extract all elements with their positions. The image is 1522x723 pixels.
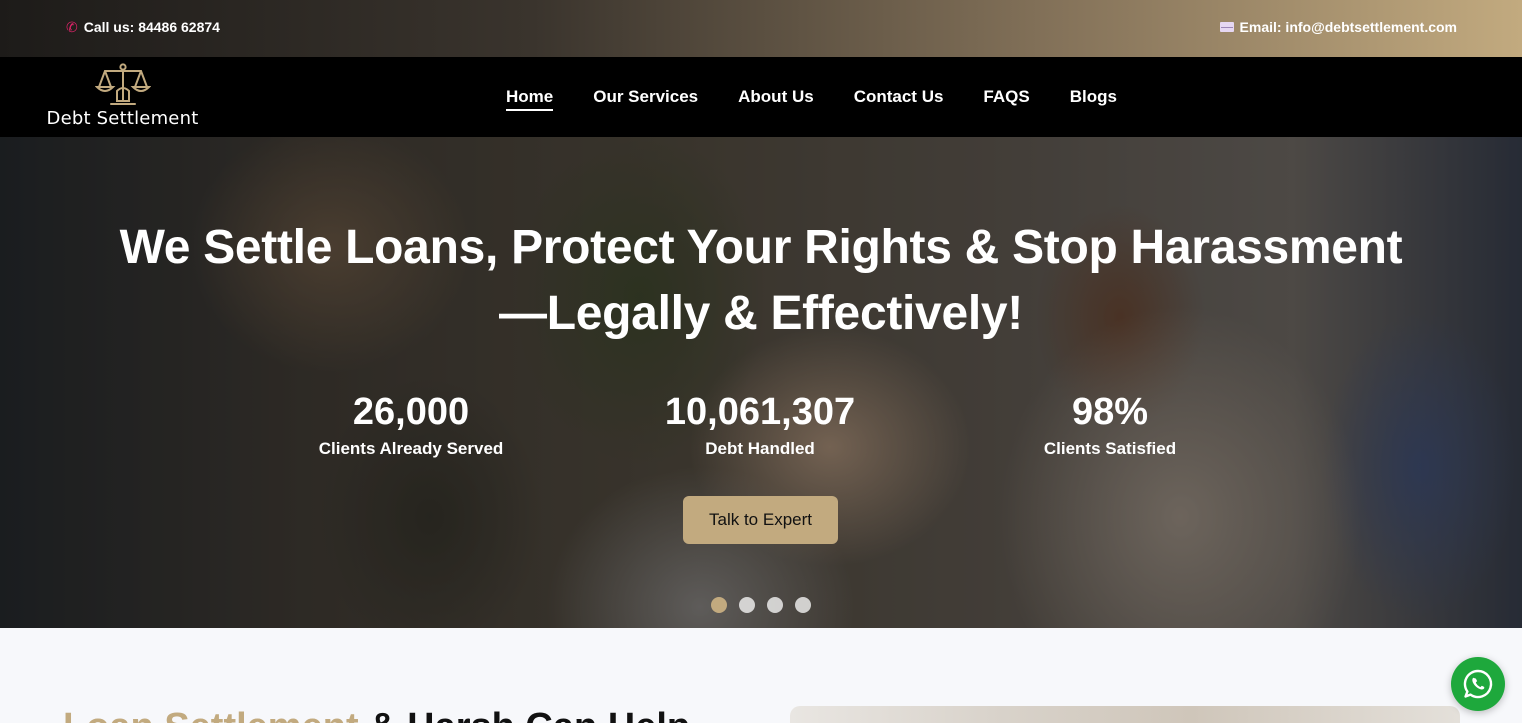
stat-debt-handled: 10,061,307 Debt Handled <box>610 389 910 459</box>
stat-value: 10,061,307 <box>664 391 856 433</box>
hero-title-line1: We Settle Loans, Protect Your Rights & S… <box>119 221 1403 274</box>
services-intro-section: Loan Settlement & Harsh Can Help <box>0 628 1522 723</box>
nav-item-faqs[interactable]: FAQS <box>983 87 1029 107</box>
logo-text: Debt Settlement <box>46 108 199 129</box>
top-info-bar: ✆ Call us: 84486 62874 Email: info@debts… <box>0 0 1522 57</box>
stat-clients-served: 26,000 Clients Already Served <box>261 389 561 459</box>
call-text: Call us: 84486 62874 <box>83 19 220 35</box>
hero-title-line2: —Legally & Effectively! <box>499 287 1023 340</box>
mail-icon <box>1219 22 1234 32</box>
section-heading: Loan Settlement & Harsh Can Help <box>63 706 690 723</box>
slider-dot-2[interactable] <box>739 597 755 613</box>
section-heading-rest: & Harsh Can Help <box>359 706 690 723</box>
email-info[interactable]: Email: info@debtsettlement.com <box>1219 19 1457 35</box>
whatsapp-chat-button[interactable] <box>1451 657 1505 711</box>
slider-dot-1[interactable] <box>711 597 727 613</box>
stat-label: Clients Already Served <box>318 439 504 458</box>
stat-value: 98% <box>1071 391 1149 433</box>
slider-pagination <box>711 597 811 613</box>
stat-label: Clients Satisfied <box>1043 439 1177 458</box>
talk-to-expert-button[interactable]: Talk to Expert <box>683 496 838 544</box>
scales-of-justice-icon <box>94 63 151 105</box>
nav-menu: Home Our Services About Us Contact Us FA… <box>506 87 1117 111</box>
phone-icon: ✆ <box>66 19 78 35</box>
site-logo[interactable]: Debt Settlement <box>40 61 205 133</box>
call-info[interactable]: ✆ Call us: 84486 62874 <box>66 19 220 35</box>
nav-item-home[interactable]: Home <box>506 87 554 111</box>
section-image <box>790 706 1460 723</box>
main-navigation: Debt Settlement Home Our Services About … <box>0 57 1522 137</box>
nav-item-blogs[interactable]: Blogs <box>1070 87 1117 107</box>
hero-slider: We Settle Loans, Protect Your Rights & S… <box>0 137 1522 628</box>
hero-background-image <box>0 137 1522 628</box>
stat-label: Debt Handled <box>705 439 815 458</box>
stat-clients-satisfied: 98% Clients Satisfied <box>960 389 1260 459</box>
nav-item-about-us[interactable]: About Us <box>738 87 814 107</box>
nav-item-contact-us[interactable]: Contact Us <box>854 87 944 107</box>
section-heading-highlight: Loan Settlement <box>63 706 359 723</box>
hero-title: We Settle Loans, Protect Your Rights & S… <box>0 215 1522 347</box>
stat-value: 26,000 <box>352 391 470 433</box>
slider-dot-4[interactable] <box>795 597 811 613</box>
whatsapp-icon <box>1463 669 1493 699</box>
slider-dot-3[interactable] <box>767 597 783 613</box>
nav-item-our-services[interactable]: Our Services <box>593 87 698 107</box>
email-text: Email: info@debtsettlement.com <box>1239 19 1457 35</box>
